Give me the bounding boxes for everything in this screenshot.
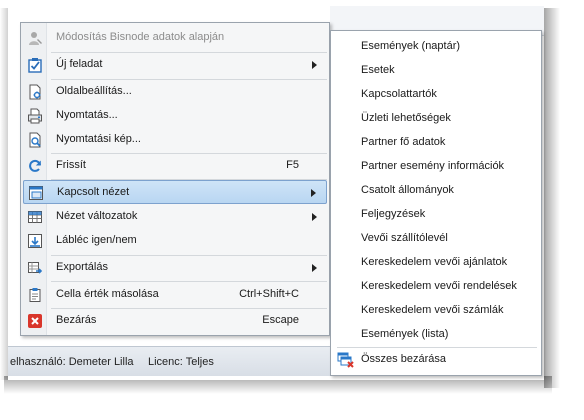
submenu-item-business-opportunities[interactable]: Üzleti lehetőségek <box>361 112 451 124</box>
submenu-arrow-icon <box>311 189 316 197</box>
submenu-item-notes[interactable]: Feljegyzések <box>361 208 425 220</box>
menu-item-label: Új feladat <box>56 58 103 70</box>
menu-item-page-setup[interactable]: Oldalbeállítás... <box>23 80 327 104</box>
linked-view-icon <box>28 185 44 201</box>
status-bar: elhasználó: Demeter Lilla Licenc: Teljes <box>8 346 338 376</box>
printer-icon <box>27 108 43 124</box>
close-red-icon <box>27 313 43 329</box>
page-setup-icon <box>27 84 43 100</box>
menu-item-label: Lábléc igen/nem <box>56 234 137 246</box>
menu-item-print[interactable]: Nyomtatás... <box>23 104 327 128</box>
submenu-item-partner-event-info[interactable]: Partner esemény információk <box>361 160 504 172</box>
grid-view-icon <box>27 209 43 225</box>
menu-item-new-task[interactable]: Új feladat <box>23 53 327 77</box>
menu-item-shortcut: F5 <box>286 159 299 171</box>
submenu-item-customer-delivery-note[interactable]: Vevői szállítólevél <box>361 232 448 244</box>
menu-item-label: Nyomtatási kép... <box>56 133 141 145</box>
status-user: elhasználó: Demeter Lilla <box>10 356 134 368</box>
frame-shadow-left <box>0 8 8 380</box>
menu-item-label: Nézet változatok <box>56 210 138 222</box>
submenu-item-attachments[interactable]: Csatolt állományok <box>361 184 454 196</box>
menu-item-label: Exportálás <box>56 261 108 273</box>
clipboard-icon <box>27 287 43 303</box>
menu-item-label: Oldalbeállítás... <box>56 85 132 97</box>
menu-item-view-variants[interactable]: Nézet változatok <box>23 205 327 229</box>
submenu-item-events-list[interactable]: Események (lista) <box>361 328 448 340</box>
submenu-item-cases[interactable]: Esetek <box>361 64 395 76</box>
submenu-separator <box>337 347 537 348</box>
submenu-item-sales-customer-quotes[interactable]: Kereskedelem vevői ajánlatok <box>361 256 507 268</box>
menu-item-export[interactable]: Exportálás <box>23 256 327 280</box>
submenu-arrow-icon <box>312 213 317 221</box>
menu-item-label: Nyomtatás... <box>56 109 118 121</box>
menu-item-copy-cell-value[interactable]: Cella érték másolása Ctrl+Shift+C <box>23 283 327 307</box>
person-edit-icon <box>27 30 43 46</box>
menu-item-modify-bisnode: Módosítás Bisnode adatok alapján <box>23 26 327 50</box>
linked-view-submenu: Események (naptár) Esetek Kapcsolattartó… <box>330 30 542 376</box>
submenu-arrow-icon <box>312 61 317 69</box>
menu-item-refresh[interactable]: Frissít F5 <box>23 154 327 178</box>
menu-item-shortcut: Ctrl+Shift+C <box>239 288 299 300</box>
menu-item-footer-toggle[interactable]: Lábléc igen/nem <box>23 229 327 253</box>
frame-shadow-right <box>544 8 560 388</box>
checkbox-task-icon <box>27 57 43 73</box>
menu-item-label: Módosítás Bisnode adatok alapján <box>56 31 225 43</box>
menu-item-linked-view[interactable]: Kapcsolt nézet <box>23 180 327 204</box>
submenu-item-sales-customer-invoices[interactable]: Kereskedelem vevői számlák <box>361 304 503 316</box>
close-all-button[interactable]: Összes bezárása <box>335 349 539 371</box>
menu-item-shortcut: Escape <box>262 314 299 326</box>
context-menu: Módosítás Bisnode adatok alapján Új fela… <box>20 22 330 336</box>
refresh-icon <box>27 158 43 174</box>
menu-item-label: Kapcsolt nézet <box>57 186 130 198</box>
export-icon <box>27 260 43 276</box>
footer-toggle-icon <box>27 233 43 249</box>
menu-item-label: Bezárás <box>56 314 97 326</box>
submenu-item-events-calendar[interactable]: Események (naptár) <box>361 40 460 52</box>
menu-item-print-preview[interactable]: Nyomtatási kép... <box>23 128 327 152</box>
close-all-label: Összes bezárása <box>361 353 446 365</box>
submenu-item-partner-main-data[interactable]: Partner fő adatok <box>361 136 445 148</box>
menu-item-label: Frissít <box>56 159 86 171</box>
print-preview-icon <box>27 132 43 148</box>
submenu-item-contacts[interactable]: Kapcsolattartók <box>361 88 437 100</box>
menu-separator <box>51 281 327 282</box>
menu-item-close[interactable]: Bezárás Escape <box>23 309 327 333</box>
close-all-windows-icon <box>337 352 355 368</box>
menu-item-label: Cella érték másolása <box>56 288 159 300</box>
status-licence: Licenc: Teljes <box>148 356 214 368</box>
submenu-item-sales-customer-orders[interactable]: Kereskedelem vevői rendelések <box>361 280 517 292</box>
submenu-arrow-icon <box>312 264 317 272</box>
